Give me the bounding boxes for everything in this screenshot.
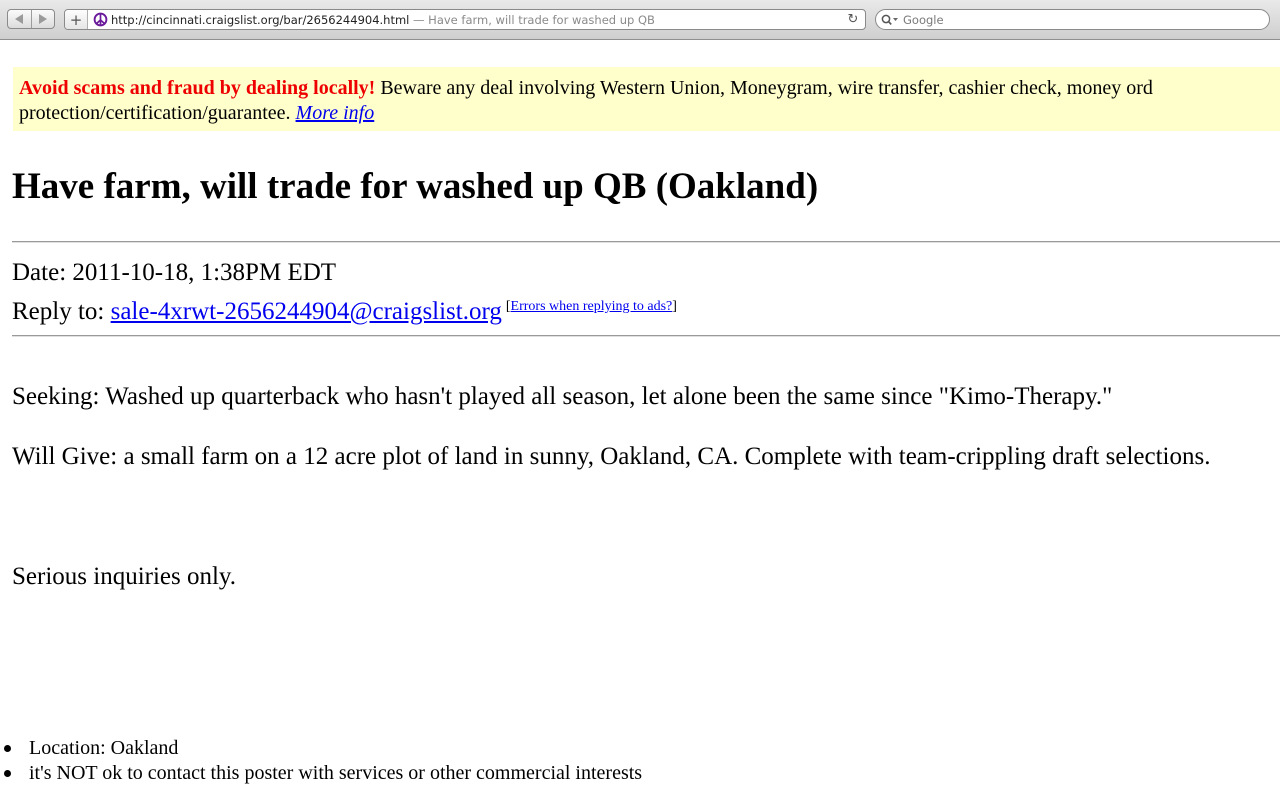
posting-date: Date: 2011-10-18, 1:38PM EDT [12, 259, 337, 286]
peace-sign-icon [92, 12, 108, 28]
url-display[interactable]: http://cincinnati.craigslist.org/bar/265… [111, 13, 844, 27]
scam-warning-text-2: protection/certification/guarantee. [19, 102, 296, 124]
search-bar[interactable] [875, 9, 1270, 30]
reply-to-line: Reply to: sale-4xrwt-2656244904@craigsli… [12, 291, 677, 328]
navigation-buttons [7, 9, 55, 29]
location-item: Location: Oakland [0, 736, 642, 761]
reply-to-label: Reply to: [12, 298, 111, 325]
back-arrow-icon [15, 14, 24, 24]
posting-body-serious: Serious inquiries only. [12, 563, 237, 590]
more-info-link[interactable]: More info [296, 102, 375, 124]
scam-warning-heading: Avoid scams and fraud by dealing locally… [19, 77, 376, 99]
back-button[interactable] [8, 10, 31, 28]
forward-button[interactable] [30, 10, 55, 28]
url-page-title: — Have farm, will trade for washed up QB [413, 12, 655, 27]
errors-note: [Errors when replying to ads?] [505, 299, 677, 314]
search-icon[interactable] [881, 13, 901, 27]
add-bookmark-button[interactable]: + [65, 10, 88, 29]
divider [12, 335, 1280, 337]
errors-link[interactable]: Errors when replying to ads? [511, 299, 673, 314]
reload-icon[interactable]: ↻ [844, 12, 862, 27]
divider [12, 241, 1280, 243]
plus-icon: + [69, 10, 83, 29]
forward-arrow-icon [38, 14, 47, 24]
posting-info-list: Location: Oakland it's NOT ok to contact… [0, 736, 642, 786]
posting-body-seeking: Seeking: Washed up quarterback who hasn'… [12, 383, 1113, 410]
address-bar[interactable]: + http://cincinnati.craigslist.org/bar/2… [64, 9, 866, 30]
scam-warning-text: Beware any deal involving Western Union,… [375, 77, 1153, 99]
posting-body-will-give: Will Give: a small farm on a 12 acre plo… [12, 443, 1211, 470]
reply-email-link[interactable]: sale-4xrwt-2656244904@craigslist.org [111, 298, 502, 325]
url-address: http://cincinnati.craigslist.org/bar/265… [111, 12, 410, 27]
search-input[interactable] [901, 12, 1243, 27]
page-content: Avoid scams and fraud by dealing locally… [0, 40, 1280, 800]
contact-policy-item: it's NOT ok to contact this poster with … [0, 761, 642, 786]
scam-warning-box: Avoid scams and fraud by dealing locally… [13, 67, 1280, 131]
posting-title: Have farm, will trade for washed up QB (… [12, 166, 819, 207]
browser-toolbar: + http://cincinnati.craigslist.org/bar/2… [0, 0, 1280, 40]
